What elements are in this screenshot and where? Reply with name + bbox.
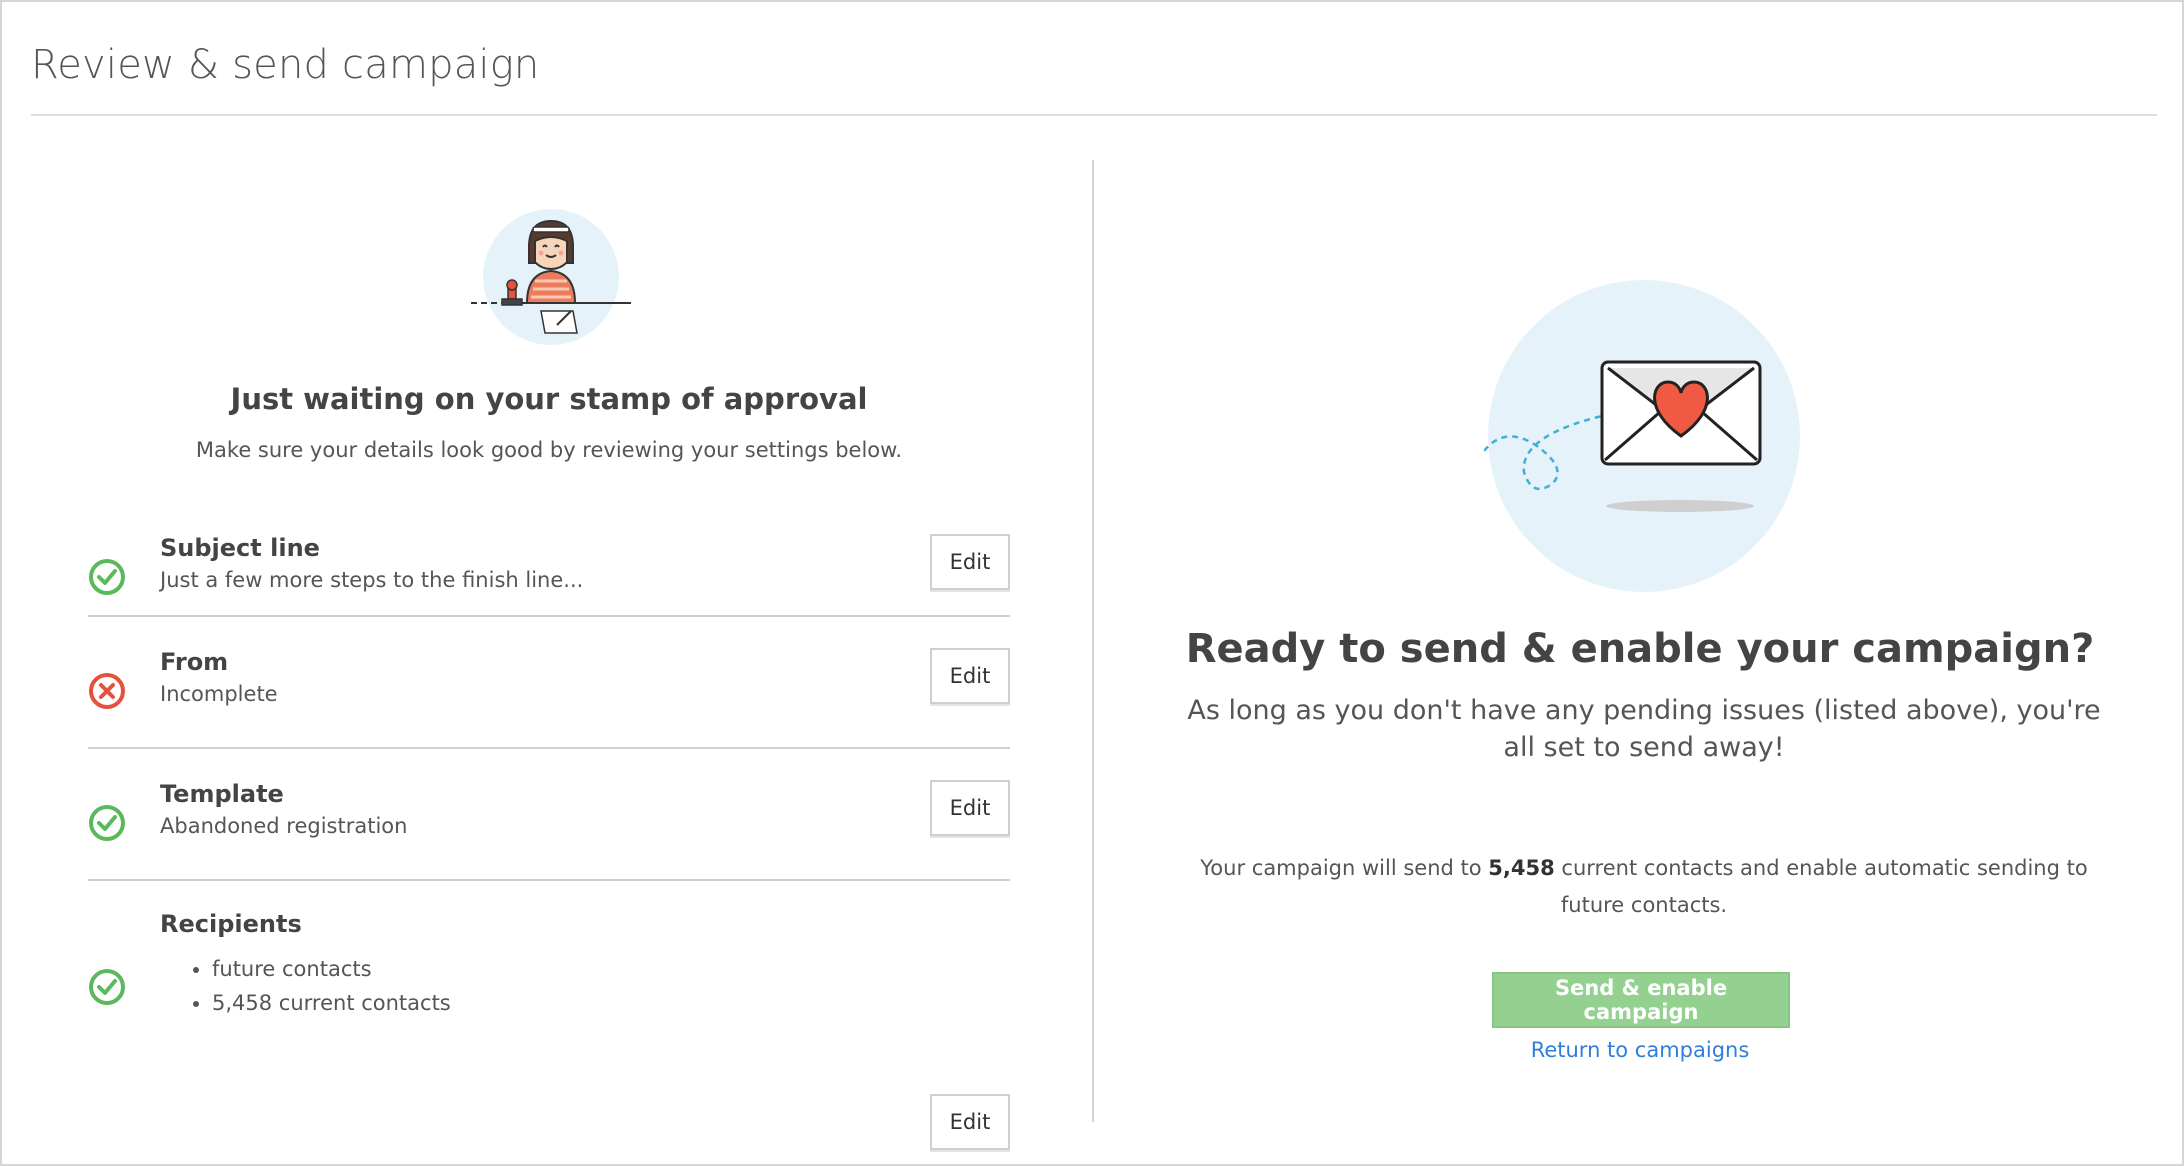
send-enable-campaign-button[interactable]: Send & enable campaign	[1492, 972, 1790, 1028]
send-summary: Your campaign will send to 5,458 current…	[1184, 850, 2104, 924]
row-divider	[88, 747, 1010, 749]
review-item-title: Template	[160, 780, 284, 808]
review-send-page: Review & send campaign Just waiting on y…	[0, 0, 2184, 1166]
check-circle-icon	[89, 805, 125, 841]
send-summary-suffix: current contacts and enable automatic se…	[1560, 856, 2088, 917]
review-item-title: From	[160, 648, 229, 676]
edit-recipients-button[interactable]: Edit	[930, 1094, 1010, 1150]
recipients-list: future contacts 5,458 current contacts	[160, 952, 451, 1020]
review-item-subject-line: Subject line Just a few more steps to th…	[88, 534, 1010, 634]
row-divider	[88, 879, 1010, 881]
edit-from-button[interactable]: Edit	[930, 648, 1010, 704]
review-item-from: From Incomplete Edit	[88, 648, 1010, 748]
edit-template-button[interactable]: Edit	[930, 780, 1010, 836]
page-title: Review & send campaign	[31, 42, 540, 88]
check-circle-icon	[89, 969, 125, 1005]
review-item-template: Template Abandoned registration Edit	[88, 780, 1010, 880]
title-divider	[31, 114, 2157, 116]
review-heading: Just waiting on your stamp of approval	[230, 382, 868, 416]
send-summary-prefix: Your campaign will send to	[1200, 856, 1482, 880]
check-circle-icon	[89, 559, 125, 595]
review-item-description: Abandoned registration	[160, 814, 408, 838]
review-item-recipients: Recipients future contacts 5,458 current…	[88, 910, 1010, 1150]
x-circle-icon	[89, 673, 125, 709]
review-item-description: Incomplete	[160, 682, 278, 706]
review-item-description: Just a few more steps to the finish line…	[160, 568, 584, 592]
contact-count: 5,458	[1488, 856, 1555, 880]
send-subheading: As long as you don't have any pending is…	[1187, 695, 2101, 763]
list-item: 5,458 current contacts	[212, 986, 451, 1020]
review-item-title: Subject line	[160, 534, 320, 562]
review-item-title: Recipients	[160, 910, 302, 938]
send-heading: Ready to send & enable your campaign?	[1185, 626, 2095, 672]
row-divider	[88, 615, 1010, 617]
love-letter-illustration	[1484, 280, 1800, 592]
return-to-campaigns-link[interactable]: Return to campaigns	[1094, 1038, 2184, 1062]
edit-subject-line-button[interactable]: Edit	[930, 534, 1010, 590]
stamp-approval-illustration	[471, 209, 631, 345]
list-item: future contacts	[212, 952, 451, 986]
review-subheading: Make sure your details look good by revi…	[195, 438, 903, 462]
